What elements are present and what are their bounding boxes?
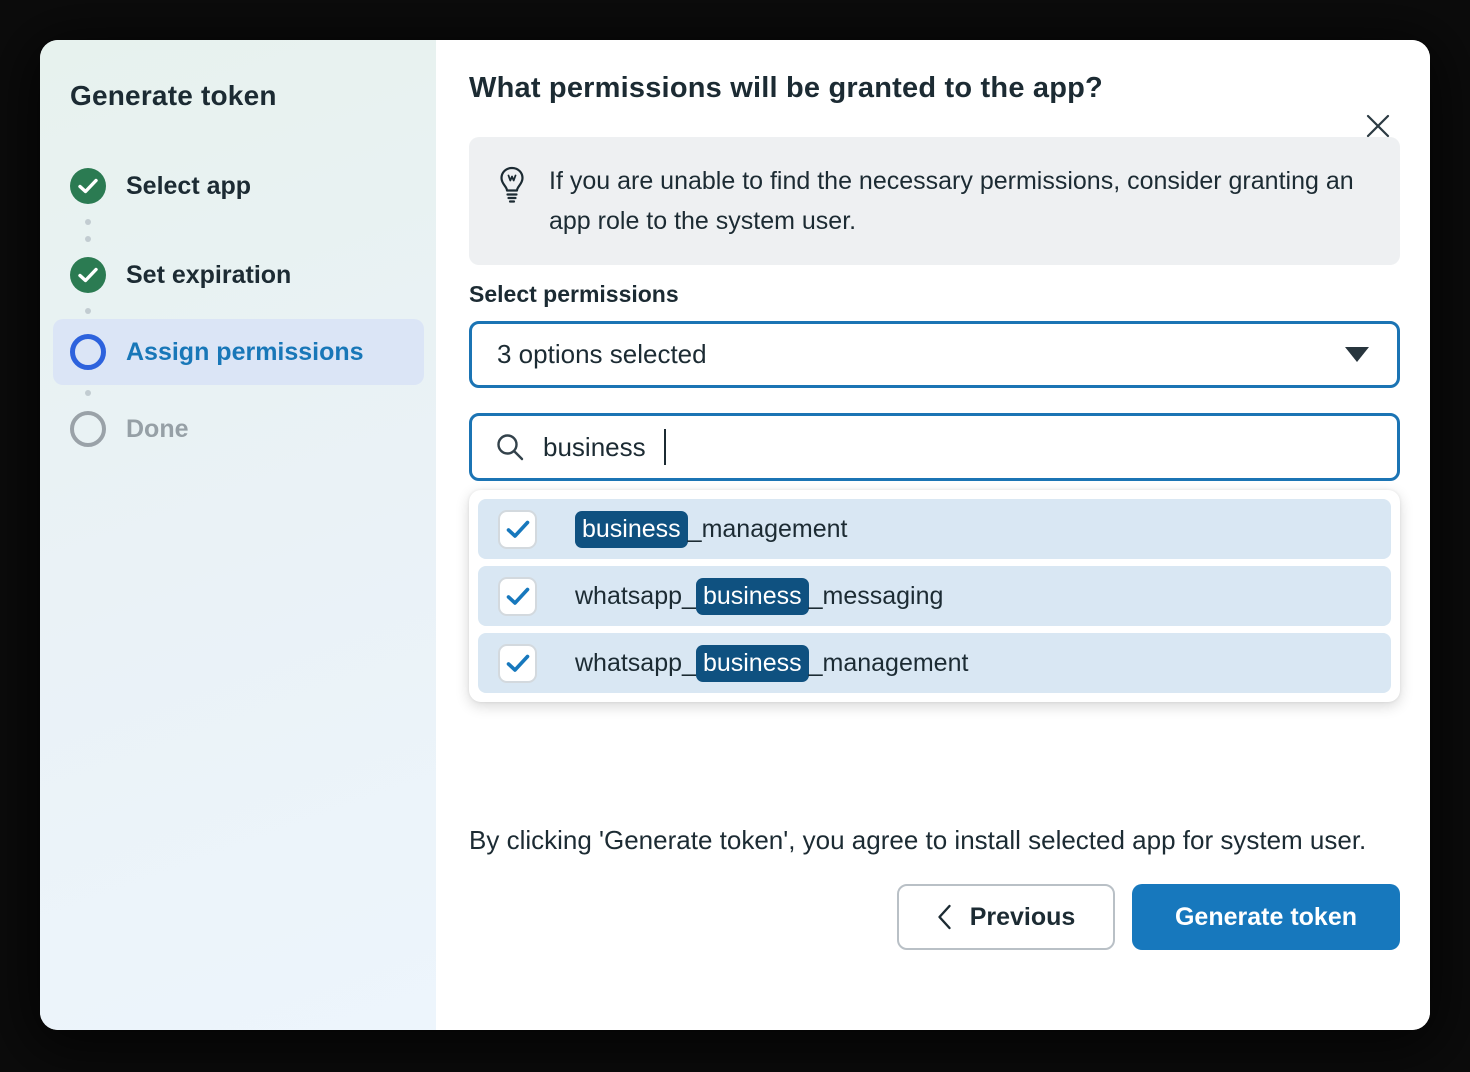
- wizard-title: Generate token: [70, 80, 424, 112]
- search-match-highlight: business: [575, 511, 688, 548]
- check-circle-icon: [70, 257, 106, 293]
- permissions-dropdown-list: business_management whatsapp_business_me…: [469, 490, 1400, 702]
- info-banner: If you are unable to find the necessary …: [469, 137, 1400, 265]
- checkbox-checked[interactable]: [498, 510, 537, 549]
- checkbox-checked[interactable]: [498, 577, 537, 616]
- permissions-panel: What permissions will be granted to the …: [436, 40, 1430, 1030]
- search-match-highlight: business: [696, 578, 809, 615]
- option-label: whatsapp_business_management: [575, 645, 968, 682]
- permissions-search-input[interactable]: business: [469, 413, 1400, 481]
- chevron-left-icon: [937, 904, 952, 930]
- step-assign-permissions[interactable]: Assign permissions: [53, 319, 424, 385]
- option-whatsapp-business-management[interactable]: whatsapp_business_management: [478, 633, 1391, 693]
- generate-token-modal: Generate token Select app Set expiration: [40, 40, 1430, 1030]
- select-permissions-label: Select permissions: [469, 281, 1400, 308]
- step-label: Done: [126, 415, 189, 444]
- checkbox-checked[interactable]: [498, 644, 537, 683]
- step-label: Set expiration: [126, 261, 291, 290]
- lightbulb-icon: [497, 165, 527, 210]
- check-circle-icon: [70, 168, 106, 204]
- step-connector: [70, 214, 106, 247]
- previous-button-label: Previous: [970, 903, 1076, 932]
- step-label: Select app: [126, 172, 251, 201]
- close-icon[interactable]: [1360, 108, 1396, 144]
- option-label: whatsapp_business_messaging: [575, 578, 943, 615]
- option-whatsapp-business-messaging[interactable]: whatsapp_business_messaging: [478, 566, 1391, 626]
- chevron-down-icon: [1345, 347, 1369, 362]
- disclaimer-text: By clicking 'Generate token', you agree …: [469, 820, 1400, 860]
- step-connector: [70, 385, 106, 401]
- selected-count-value: 3 options selected: [497, 339, 707, 370]
- wizard-sidebar: Generate token Select app Set expiration: [40, 40, 436, 1030]
- step-done: Done: [53, 401, 424, 457]
- step-select-app[interactable]: Select app: [53, 158, 424, 214]
- info-text: If you are unable to find the necessary …: [549, 161, 1369, 241]
- search-icon: [494, 431, 526, 463]
- step-set-expiration[interactable]: Set expiration: [53, 247, 424, 303]
- panel-title: What permissions will be granted to the …: [469, 72, 1400, 105]
- option-business-management[interactable]: business_management: [478, 499, 1391, 559]
- text-cursor: [664, 429, 667, 465]
- footer-actions: Previous Generate token: [469, 884, 1400, 950]
- generate-token-button[interactable]: Generate token: [1132, 884, 1400, 950]
- previous-button[interactable]: Previous: [897, 884, 1115, 950]
- permissions-select[interactable]: 3 options selected: [469, 321, 1400, 388]
- radio-ring-icon: [70, 334, 106, 370]
- generate-token-button-label: Generate token: [1175, 903, 1357, 932]
- search-match-highlight: business: [696, 645, 809, 682]
- step-connector: [70, 303, 106, 319]
- radio-ring-icon: [70, 411, 106, 447]
- search-query-text: business: [543, 432, 646, 463]
- option-label: business_management: [575, 511, 848, 548]
- step-label: Assign permissions: [126, 338, 364, 367]
